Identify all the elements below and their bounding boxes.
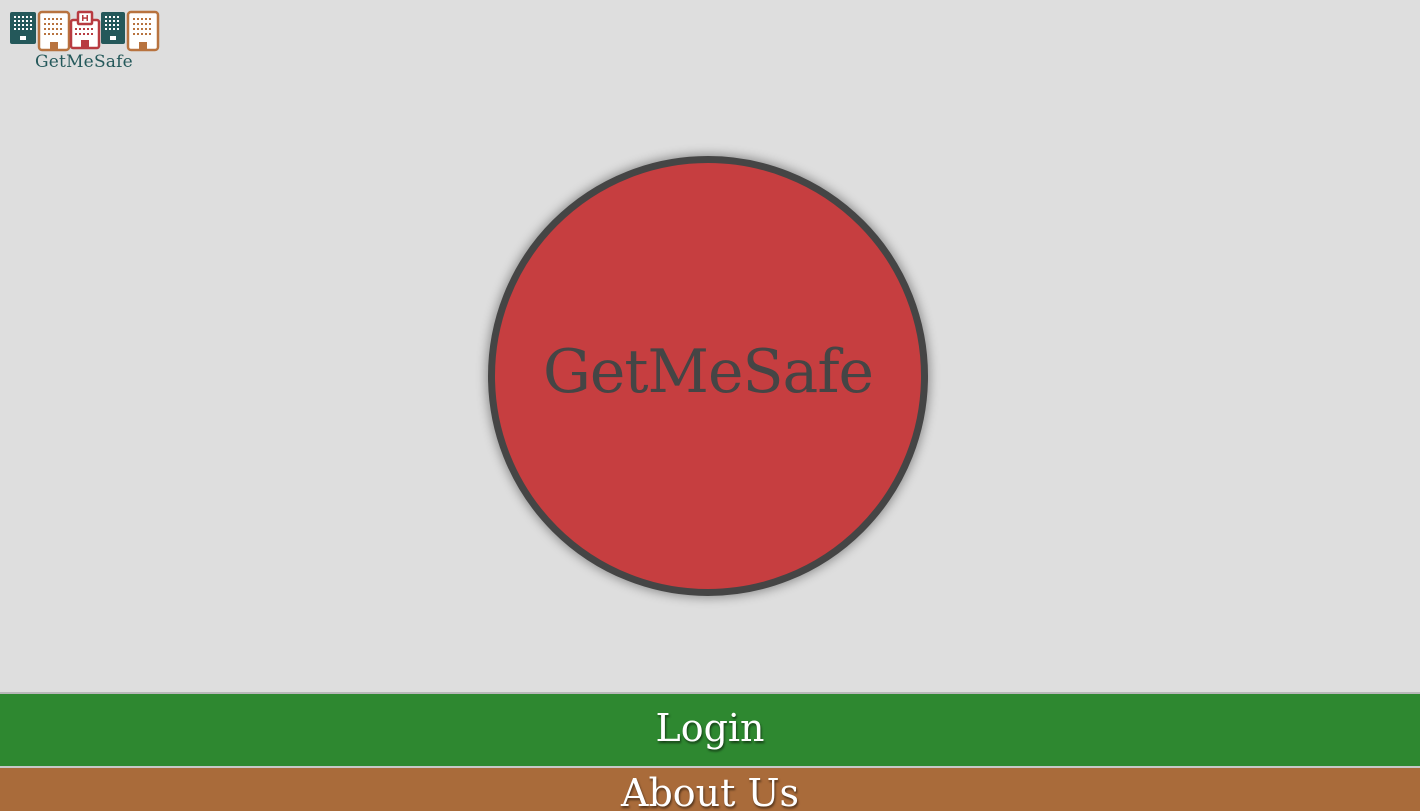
about-us-button-label: About Us <box>621 771 799 811</box>
login-button[interactable]: Login <box>0 692 1420 768</box>
logo[interactable]: GetMeSafe <box>10 10 160 74</box>
page: GetMeSafe GetMeSafe Login About Us <box>0 0 1420 811</box>
buildings-logo-icon <box>10 10 160 52</box>
login-button-label: Login <box>655 706 765 750</box>
get-me-safe-button[interactable]: GetMeSafe <box>488 156 928 596</box>
logo-text: GetMeSafe <box>35 52 133 72</box>
get-me-safe-button-label: GetMeSafe <box>542 337 874 407</box>
about-us-button[interactable]: About Us <box>0 768 1420 811</box>
